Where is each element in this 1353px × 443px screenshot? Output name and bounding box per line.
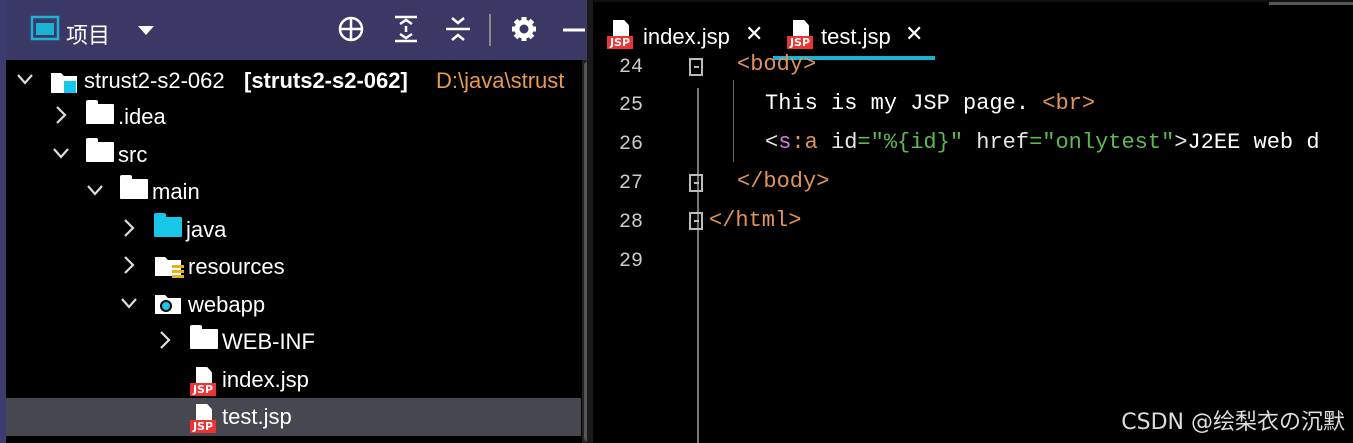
- caret-down-icon[interactable]: [136, 16, 156, 50]
- tree-item-resources[interactable]: resources: [6, 248, 581, 286]
- code-line-24[interactable]: <body>: [737, 52, 816, 77]
- watermark: CSDN @绘梨衣の沉默: [1121, 410, 1345, 435]
- line-number: 29: [618, 250, 643, 273]
- project-panel: 项目 strust2-s2-062 [struts2-s2-062] D:\ja…: [0, 0, 593, 443]
- tree-item-index-jsp[interactable]: JSP index.jsp: [6, 361, 581, 399]
- attr-value: "onlytest": [1042, 130, 1175, 155]
- source-folder-icon: [154, 213, 182, 237]
- tab-strip-edge: [1269, 2, 1353, 5]
- tree-item-web-inf[interactable]: WEB-INF: [6, 323, 581, 361]
- root-module: [struts2-s2-062]: [244, 68, 408, 93]
- tab-label: index.jsp: [643, 24, 730, 49]
- chevron-down-icon[interactable]: [50, 140, 72, 172]
- line-number: 27: [618, 172, 643, 195]
- tree-item-webapp[interactable]: webapp: [6, 286, 581, 324]
- ide-window: 项目 strust2-s2-062 [struts2-s2-062] D:\ja…: [0, 0, 1353, 443]
- tree-item-label: index.jsp: [222, 367, 309, 392]
- jsp-file-icon: JSP: [190, 367, 216, 397]
- folder-icon: [86, 138, 114, 162]
- jsp-file-icon: JSP: [787, 20, 813, 50]
- gear-icon[interactable]: [509, 14, 539, 52]
- fold-marker-icon[interactable]: [689, 174, 703, 192]
- minimize-icon[interactable]: [561, 14, 587, 52]
- toolbar-separator: [489, 14, 491, 46]
- close-icon[interactable]: ✕: [745, 22, 763, 47]
- code-line-26[interactable]: <s:a id="%{id}" href="onlytest">J2EE web…: [765, 130, 1320, 155]
- indent-guide: [697, 88, 699, 443]
- tree-item-label: webapp: [188, 292, 266, 317]
- tag-br: <br>: [1042, 91, 1096, 116]
- chevron-right-icon[interactable]: [118, 215, 140, 247]
- chevron-down-icon[interactable]: [118, 290, 140, 322]
- tag-colon: :: [791, 130, 805, 155]
- expand-all-icon[interactable]: [391, 14, 421, 52]
- line-gutter: 24 25 26 27 28 29: [593, 56, 703, 443]
- close-icon[interactable]: ✕: [905, 22, 923, 47]
- resources-folder-icon: [154, 253, 186, 287]
- module-icon: [50, 67, 78, 101]
- tree-item-label: java: [186, 217, 227, 242]
- tree-item-test-jsp[interactable]: JSP test.jsp: [6, 398, 581, 436]
- folder-icon: [120, 175, 148, 199]
- code-line-27[interactable]: </body>: [737, 169, 829, 194]
- folder-icon: [86, 100, 114, 124]
- fold-marker-icon[interactable]: [689, 212, 703, 230]
- tag-namespace: s: [778, 130, 792, 155]
- tree-item-label: resources: [188, 254, 285, 279]
- closing-tag: </body>: [737, 169, 830, 194]
- line-number: 28: [618, 211, 643, 234]
- code-line-28[interactable]: </html>: [709, 208, 801, 233]
- folder-icon: [190, 325, 218, 349]
- tag-name: a: [804, 130, 818, 155]
- tree-item-label: .idea: [118, 104, 166, 129]
- tag-bracket: >: [1174, 130, 1188, 155]
- project-tree: strust2-s2-062 [struts2-s2-062] D:\java\…: [6, 60, 581, 443]
- tag-bracket: <: [765, 130, 779, 155]
- tree-item-java[interactable]: java: [6, 211, 581, 249]
- closing-tag: </html>: [709, 208, 802, 233]
- indent-guide: [733, 80, 734, 162]
- tree-item-label: WEB-INF: [222, 329, 315, 354]
- attr-eq: =: [1029, 130, 1043, 155]
- attr-eq: =: [857, 130, 871, 155]
- attr-name: href: [963, 130, 1030, 155]
- code-text: This is my JSP page.: [765, 91, 1043, 116]
- jsp-file-icon: JSP: [190, 404, 216, 434]
- chevron-right-icon[interactable]: [50, 102, 72, 134]
- tree-item-idea[interactable]: .idea: [6, 98, 581, 136]
- web-folder-icon: [154, 291, 184, 325]
- fold-marker-icon[interactable]: [689, 58, 703, 76]
- chevron-right-icon[interactable]: [154, 327, 176, 359]
- tree-item-label: main: [152, 179, 200, 204]
- editor-tab-bar: JSP index.jsp ✕ JSP test.jsp ✕: [593, 0, 1353, 60]
- project-panel-title[interactable]: 项目: [66, 18, 110, 50]
- tree-root-row[interactable]: strust2-s2-062 [struts2-s2-062] D:\java\…: [6, 62, 581, 100]
- project-panel-header: 项目: [6, 0, 593, 60]
- tree-item-label: src: [118, 142, 148, 167]
- locate-icon[interactable]: [336, 14, 366, 52]
- root-name: strust2-s2-062: [84, 68, 225, 93]
- tree-item-main[interactable]: main: [6, 173, 581, 211]
- root-path: D:\java\strust: [436, 68, 565, 93]
- attr-value: "%{id}": [870, 130, 964, 155]
- code-line-25[interactable]: This is my JSP page. <br>: [765, 91, 1095, 116]
- tree-item-label: test.jsp: [222, 404, 292, 429]
- project-window-icon: [30, 15, 60, 49]
- line-number: 25: [618, 94, 643, 117]
- collapse-all-icon[interactable]: [443, 14, 473, 52]
- code-editor: JSP index.jsp ✕ JSP test.jsp ✕ 24 25 26 …: [593, 0, 1353, 443]
- chevron-right-icon[interactable]: [118, 252, 140, 284]
- tag-name: body: [750, 52, 804, 77]
- chevron-down-icon[interactable]: [14, 66, 36, 98]
- tag-bracket: <: [737, 52, 751, 77]
- tree-item-src[interactable]: src: [6, 136, 581, 174]
- chevron-down-icon[interactable]: [84, 177, 106, 209]
- tag-bracket: >: [803, 52, 817, 77]
- line-number: 24: [618, 56, 643, 79]
- line-number: 26: [618, 133, 643, 156]
- code-text: J2EE web d: [1187, 130, 1320, 155]
- jsp-file-icon: JSP: [607, 20, 633, 50]
- attr-name: id: [817, 130, 858, 155]
- tab-label: test.jsp: [821, 24, 891, 49]
